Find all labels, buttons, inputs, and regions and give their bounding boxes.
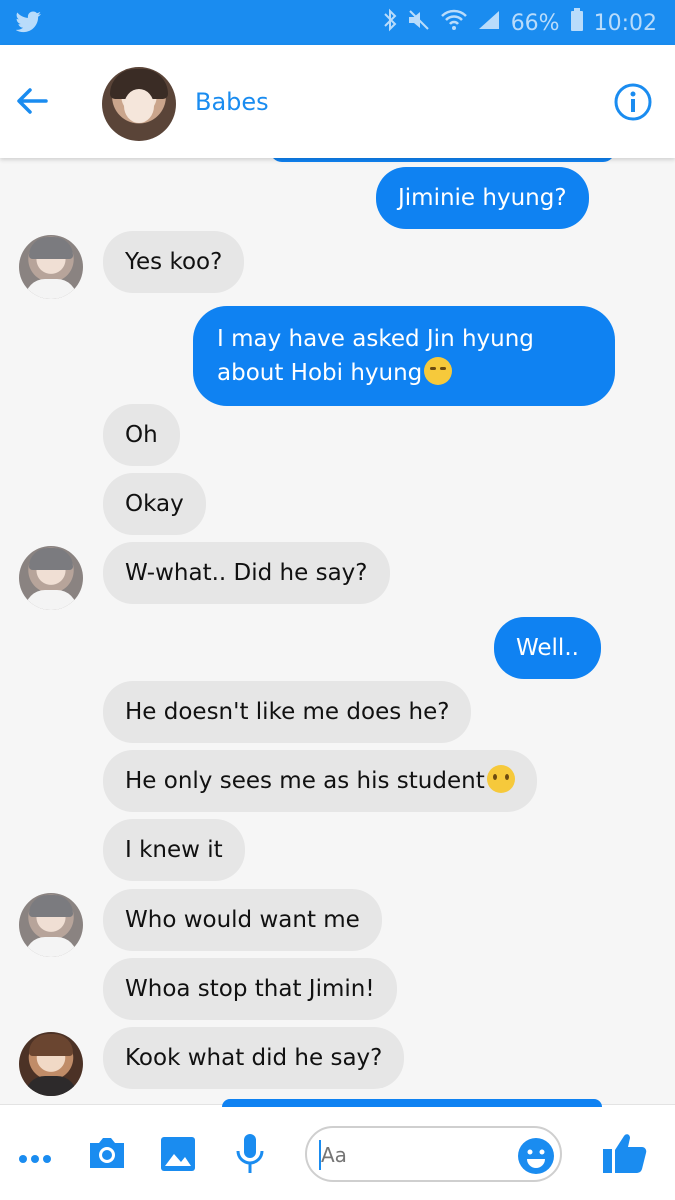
sent-message[interactable]: Well.. <box>494 617 601 679</box>
received-message[interactable]: W-what.. Did he say? <box>103 542 390 604</box>
message-line: I may have asked Jin hyung <box>217 326 534 352</box>
received-message[interactable]: Who would want me <box>103 889 382 951</box>
smirk-emoji-icon <box>424 357 453 385</box>
message-input[interactable] <box>321 1140 511 1170</box>
battery-icon <box>570 8 584 40</box>
info-icon[interactable] <box>613 82 653 122</box>
sent-message[interactable]: Jiminie hyung? <box>376 167 589 229</box>
wifi-icon <box>440 9 467 39</box>
received-message[interactable]: Yes koo? <box>103 231 245 293</box>
received-message[interactable]: He doesn't like me does he? <box>103 681 472 743</box>
sent-message[interactable]: I may have asked Jin hyung about Hobi hy… <box>193 306 615 406</box>
received-message[interactable]: Okay <box>103 473 206 535</box>
mute-icon <box>407 9 431 39</box>
battery-percent: 66% <box>510 11 560 36</box>
message-list[interactable]: Jiminie hyung? Yes koo? I may have asked… <box>0 158 675 1104</box>
camera-icon[interactable] <box>87 1135 127 1175</box>
message-text: He only sees me as his student <box>125 768 485 794</box>
received-message[interactable]: Kook what did he say? <box>103 1027 405 1089</box>
sent-bubble-partial <box>270 158 615 162</box>
sender-avatar[interactable] <box>19 235 83 299</box>
bluetooth-icon <box>383 8 397 40</box>
back-arrow-icon[interactable] <box>14 83 54 119</box>
sent-bubble-partial <box>222 1099 602 1107</box>
sender-avatar[interactable] <box>19 546 83 610</box>
received-message[interactable]: I knew it <box>103 819 245 881</box>
received-message[interactable]: He only sees me as his student <box>103 750 537 812</box>
status-bar: 66% 10:02 <box>0 0 675 45</box>
message-composer <box>0 1099 675 1200</box>
signal-icon <box>477 9 501 39</box>
worried-emoji-icon <box>486 765 515 793</box>
image-icon[interactable] <box>160 1136 196 1176</box>
contact-avatar[interactable] <box>102 67 176 141</box>
twitter-icon <box>15 11 42 37</box>
message-line: about Hobi hyung <box>217 360 423 386</box>
thumbs-up-icon[interactable] <box>602 1132 648 1178</box>
emoji-icon[interactable] <box>517 1137 555 1179</box>
microphone-icon[interactable] <box>235 1133 265 1179</box>
sender-avatar[interactable] <box>19 1032 83 1096</box>
message-input-container[interactable] <box>305 1126 562 1182</box>
contact-name[interactable]: Babes <box>195 87 269 117</box>
clock: 10:02 <box>593 11 657 36</box>
received-message[interactable]: Oh <box>103 404 180 466</box>
sender-avatar[interactable] <box>19 893 83 957</box>
received-message[interactable]: Whoa stop that Jimin! <box>103 958 397 1020</box>
more-icon[interactable] <box>18 1149 52 1168</box>
conversation-header: Babes <box>0 45 675 158</box>
status-icons: 66% 10:02 <box>383 8 657 40</box>
